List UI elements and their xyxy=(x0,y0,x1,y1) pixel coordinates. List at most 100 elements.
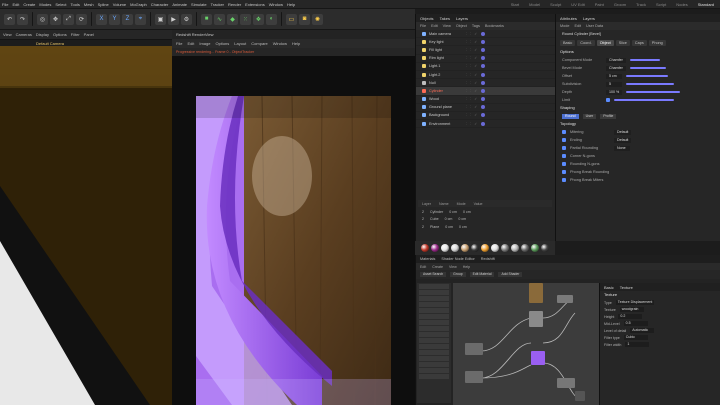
material-tag-icon[interactable] xyxy=(481,64,486,69)
cube-icon[interactable]: ■ xyxy=(201,13,212,25)
material-swatch[interactable] xyxy=(461,244,469,252)
material-swatch[interactable] xyxy=(451,244,459,252)
attr-slider[interactable] xyxy=(626,83,674,85)
attr-slider[interactable] xyxy=(614,99,674,101)
prop-value[interactable]: Cubic xyxy=(623,335,648,340)
attr-page-tab-slice[interactable]: Slice xyxy=(615,40,630,46)
topology-checkbox[interactable] xyxy=(562,162,566,166)
node-toolbar-edit-material[interactable]: Edit Material xyxy=(469,272,495,277)
subdivision-icon[interactable]: ◆ xyxy=(227,13,238,25)
om-tab-takes[interactable]: Takes xyxy=(440,16,450,21)
attr-value-field[interactable]: Chamfer xyxy=(606,65,626,71)
topology-checkbox[interactable] xyxy=(562,138,566,142)
visibility-dots[interactable]: ⁚ ⁚ ✓ xyxy=(466,81,478,85)
material-tag-icon[interactable] xyxy=(481,39,486,44)
attr-value-field[interactable]: 5 xyxy=(606,81,622,87)
menu-tools[interactable]: Tools xyxy=(71,2,80,7)
topology-checkbox[interactable] xyxy=(562,178,566,182)
layout-tab-sculpt[interactable]: Sculpt xyxy=(550,2,561,7)
object-row[interactable]: Key light ⁚ ⁚ ✓ xyxy=(416,38,555,47)
menu-create[interactable]: Create xyxy=(23,2,35,7)
visibility-dots[interactable]: ⁚ ⁚ ✓ xyxy=(466,113,478,117)
om-menu-edit[interactable]: Edit xyxy=(431,24,438,28)
topology-checkbox[interactable] xyxy=(562,130,566,134)
om-menu-tags[interactable]: Tags xyxy=(472,24,480,28)
light-icon[interactable]: ✺ xyxy=(312,13,323,25)
menu-mograph[interactable]: MoGraph xyxy=(130,2,147,7)
menu-edit[interactable]: Edit xyxy=(12,2,19,7)
om-menu-bookmarks[interactable]: Bookmarks xyxy=(485,24,504,28)
menu-simulate[interactable]: Simulate xyxy=(191,2,207,7)
object-row[interactable]: Rim light ⁚ ⁚ ✓ xyxy=(416,55,555,63)
topology-checkbox[interactable] xyxy=(562,170,566,174)
material-tag-icon[interactable] xyxy=(481,121,486,126)
prop-value[interactable]: 0.5 xyxy=(623,321,648,326)
layer-row[interactable]: 2 Cylinder 0 cm 0 cm xyxy=(418,208,552,216)
menu-modes[interactable]: Modes xyxy=(39,2,51,7)
node-tab-materials[interactable]: Materials xyxy=(420,257,435,261)
camera-icon[interactable]: ◙ xyxy=(299,13,310,25)
material-tag-icon[interactable] xyxy=(481,105,486,110)
object-row[interactable]: Wood ⁚ ⁚ ✓ xyxy=(416,96,555,104)
object-row[interactable]: Cylinder ⁚ ⁚ ✓ xyxy=(416,87,555,96)
menu-mesh[interactable]: Mesh xyxy=(84,2,94,7)
props-tab-basic[interactable]: Basic xyxy=(604,285,614,290)
om-menu-view[interactable]: View xyxy=(443,24,451,28)
layout-tab-track[interactable]: Track xyxy=(636,2,646,7)
object-row[interactable]: Light.2 ⁚ ⁚ ✓ xyxy=(416,71,555,80)
layout-tab-model[interactable]: Model xyxy=(529,2,540,7)
object-row[interactable]: Main camera ⁚ ⁚ ✓ xyxy=(416,30,555,39)
material-swatch[interactable] xyxy=(441,244,449,252)
topology-checkbox[interactable] xyxy=(562,146,566,150)
array-icon[interactable]: ⁙ xyxy=(240,13,251,25)
material-tag-icon[interactable] xyxy=(481,97,486,102)
menu-help[interactable]: Help xyxy=(287,2,295,7)
material-swatch[interactable] xyxy=(521,244,529,252)
menu-file[interactable]: File xyxy=(2,2,8,7)
material-tag-icon[interactable] xyxy=(481,72,486,77)
viewport-menu-filter[interactable]: Filter xyxy=(71,32,80,37)
material-swatch[interactable] xyxy=(511,244,519,252)
redo-icon[interactable]: ↷ xyxy=(17,13,28,25)
move-icon[interactable]: ✥ xyxy=(50,13,61,25)
undo-icon[interactable]: ↶ xyxy=(4,13,15,25)
rotate-icon[interactable]: ⟳ xyxy=(76,13,87,25)
attr-slider[interactable] xyxy=(629,67,666,69)
attr-slider[interactable] xyxy=(626,75,668,77)
material-swatch[interactable] xyxy=(481,244,489,252)
attr-page-tab-phong[interactable]: Phong xyxy=(648,40,666,46)
attr-page-tab-object[interactable]: Object xyxy=(596,40,614,46)
render-menu-edit[interactable]: Edit xyxy=(187,41,194,46)
object-row[interactable]: Light.1 ⁚ ⁚ ✓ xyxy=(416,63,555,71)
render-menu-layout[interactable]: Layout xyxy=(234,41,246,46)
viewport-menu-panel[interactable]: Panel xyxy=(84,32,94,37)
material-tag-icon[interactable] xyxy=(481,31,486,36)
render-view[interactable] xyxy=(172,56,415,405)
cloner-icon[interactable]: ❖ xyxy=(253,13,264,25)
attr-slider[interactable] xyxy=(626,91,681,93)
attr-page-tab-basic[interactable]: Basic xyxy=(560,40,576,46)
render-settings-icon[interactable]: ⚙ xyxy=(181,13,192,25)
object-row[interactable]: Background ⁚ ⁚ ✓ xyxy=(416,112,555,121)
layout-tab-script[interactable]: Script xyxy=(656,2,666,7)
render-view-icon[interactable]: ▣ xyxy=(155,13,166,25)
node-toolbar-asset-search[interactable]: Asset Search xyxy=(420,272,447,277)
node-menu-view[interactable]: View xyxy=(449,265,457,269)
om-menu-file[interactable]: File xyxy=(420,24,426,28)
node-canvas[interactable] xyxy=(453,283,599,405)
visibility-dots[interactable]: ⁚ ⁚ ✓ xyxy=(466,122,478,126)
visibility-dots[interactable]: ⁚ ⁚ ✓ xyxy=(466,64,478,68)
layout-tab-groom[interactable]: Groom xyxy=(614,2,626,7)
shape-option-profile[interactable]: Profile xyxy=(600,113,617,119)
attr-slider[interactable] xyxy=(629,59,660,61)
attr-tab-attributes[interactable]: Attributes xyxy=(560,16,577,21)
viewport[interactable] xyxy=(0,46,172,405)
prop-value[interactable]: 0.2 xyxy=(618,314,643,319)
attr-mode-edit[interactable]: Edit xyxy=(575,24,582,28)
object-row[interactable]: Fill light ⁚ ⁚ ✓ xyxy=(416,46,555,55)
material-swatch[interactable] xyxy=(501,244,509,252)
object-row[interactable]: Null ⁚ ⁚ ✓ xyxy=(416,79,555,88)
om-tab-objects[interactable]: Objects xyxy=(420,16,434,21)
z-axis-icon[interactable]: Z xyxy=(122,13,133,25)
node-toolbar-add-shader[interactable]: Add Shader xyxy=(498,272,523,277)
